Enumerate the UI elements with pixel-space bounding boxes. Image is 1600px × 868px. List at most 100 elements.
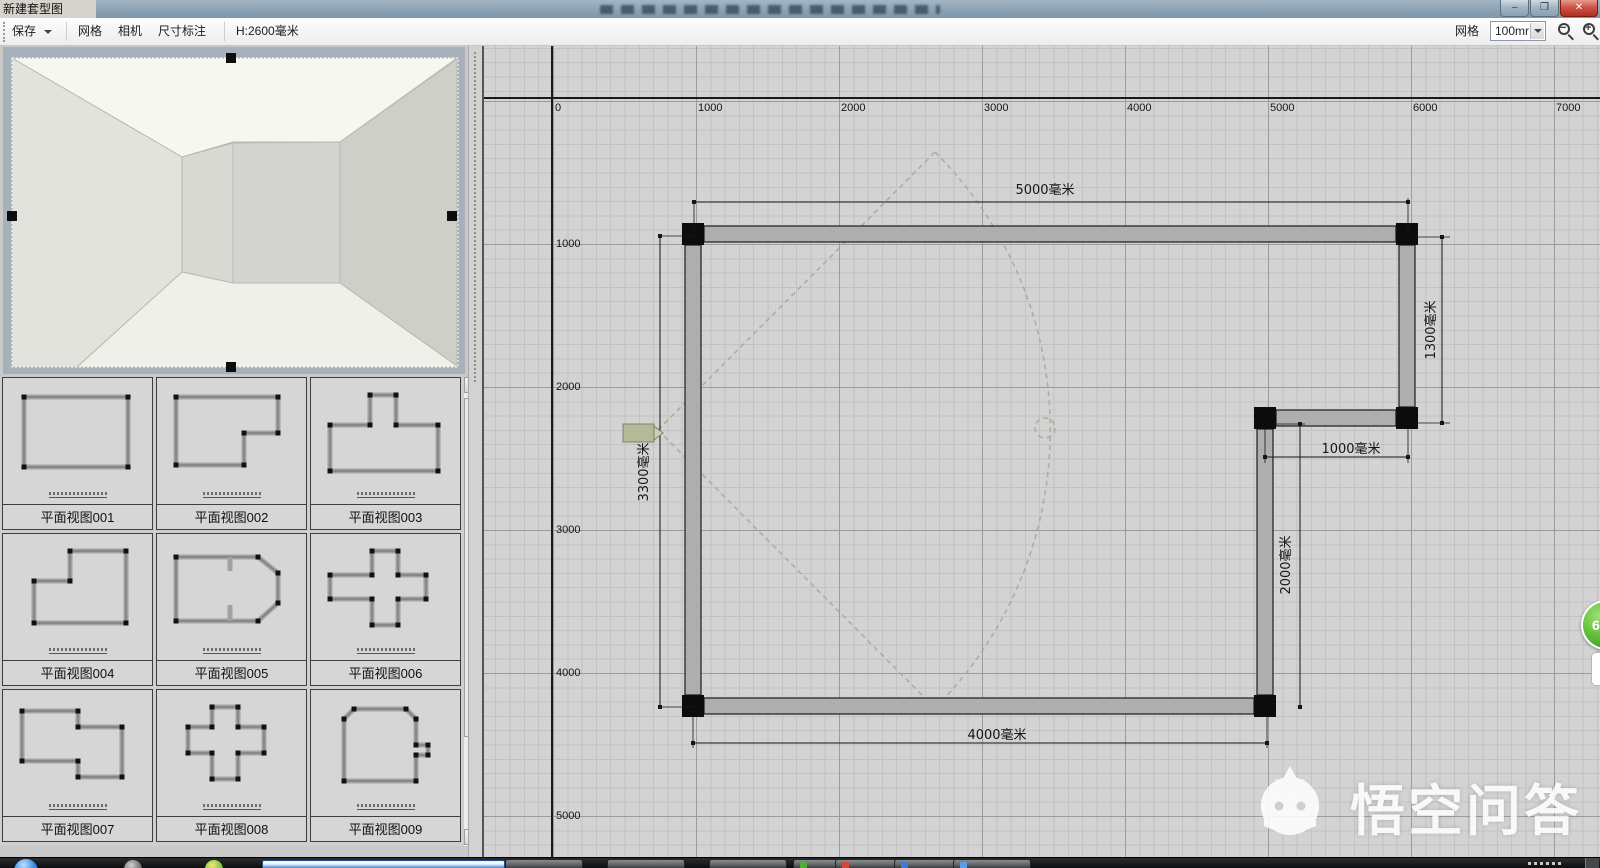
plan-thumbnail[interactable]: 平面视图001 (2, 377, 153, 530)
chevron-down-icon (44, 30, 52, 34)
grid-button[interactable]: 网格 (78, 18, 102, 45)
thumbnail-caption (203, 492, 261, 498)
window-preview-wide[interactable] (262, 860, 505, 868)
passage-wall (182, 143, 233, 283)
task-button-window-icon (960, 862, 967, 868)
bottom-wall (704, 698, 1254, 714)
selection-handle (7, 211, 17, 221)
left-wall (685, 245, 701, 695)
plan-thumbnail[interactable]: 平面视图002 (156, 377, 307, 530)
plan-thumbnail[interactable]: 平面视图006 (310, 533, 461, 686)
thumbnail-caption (203, 804, 261, 810)
save-button[interactable]: 保存 (12, 18, 52, 45)
drawing-canvas[interactable]: 0100020003000400050006000700010002000300… (482, 46, 1600, 857)
save-label: 保存 (12, 24, 36, 38)
column (1254, 407, 1276, 429)
maximize-button[interactable]: ❐ (1530, 0, 1559, 17)
right-upper-wall (1399, 245, 1415, 407)
column (1254, 695, 1276, 717)
taskbar[interactable] (0, 857, 1600, 868)
task-button-2[interactable] (607, 859, 685, 868)
close-button[interactable]: ✕ (1560, 0, 1598, 17)
combobox-dropdown-icon[interactable] (1530, 23, 1544, 39)
thumbnail-caption (357, 492, 415, 498)
toolbar-separator (66, 22, 67, 41)
dimension: 1000毫米 (1263, 429, 1410, 463)
right-lower-wall (1257, 429, 1273, 695)
selection-handle (226, 362, 236, 372)
plan-thumbnail[interactable]: 平面视图007 (2, 689, 153, 842)
grid-size-combobox[interactable]: 100mr (1490, 21, 1546, 41)
task-button-3[interactable] (709, 859, 787, 868)
dimension-button[interactable]: 尺寸标注 (158, 18, 206, 45)
column (1396, 407, 1418, 429)
camera-marker (623, 424, 663, 442)
task-button-window[interactable] (953, 859, 1031, 868)
left-panel: 平面视图001平面视图002平面视图003平面视图004平面视图005平面视图0… (0, 46, 482, 857)
thumbnail-caption (203, 648, 261, 654)
task-button-1[interactable] (505, 859, 583, 868)
start-orb[interactable] (14, 859, 38, 868)
dimension-label: 1000毫米 (1321, 441, 1380, 457)
top-wall (704, 226, 1396, 242)
plan-thumbnail[interactable]: 平面视图003 (310, 377, 461, 530)
column (682, 695, 704, 717)
center-wall (233, 142, 340, 283)
task-button-blue-icon (901, 862, 908, 868)
thumbnail-caption (49, 648, 107, 654)
plan-thumbnail-list: 平面视图001平面视图002平面视图003平面视图004平面视图005平面视图0… (0, 377, 464, 846)
toolbar-grip-icon (3, 22, 7, 42)
tray-app-sphere[interactable] (124, 860, 142, 868)
task-button-green-icon (800, 862, 807, 868)
thumbnail-label: 平面视图001 (3, 504, 152, 529)
dimension-label: 3300毫米 (636, 442, 652, 501)
grid-size-label: 网格 (1455, 18, 1479, 45)
wukong-logo-icon (1242, 758, 1342, 838)
selection-handle (226, 53, 236, 63)
thumbnail-label: 平面视图005 (157, 660, 306, 685)
3d-room-preview (3, 47, 465, 374)
zoom-in-icon[interactable]: + (1583, 23, 1595, 35)
zoom-out-icon[interactable]: − (1558, 23, 1570, 35)
task-button-red-icon (842, 862, 849, 868)
show-desktop[interactable] (1585, 858, 1599, 868)
camera-button[interactable]: 相机 (118, 18, 142, 45)
dimension-label: 5000毫米 (1015, 182, 1074, 198)
wall-height-value[interactable]: H:2600毫米 (236, 18, 299, 45)
minimize-button[interactable]: – (1500, 0, 1529, 17)
column (1396, 223, 1418, 245)
thumbnail-caption (357, 804, 415, 810)
plan-thumbnail[interactable]: 平面视图005 (156, 533, 307, 686)
dimension: 1300毫米 (1416, 235, 1450, 425)
selection-handle (447, 211, 457, 221)
column (682, 223, 704, 245)
thumbnail-label: 平面视图004 (3, 660, 152, 685)
dimension-label: 4000毫米 (967, 727, 1026, 743)
toolbar: 保存 网格 相机 尺寸标注 H:2600毫米 网格 100mr − + (0, 18, 1600, 46)
app-green-sphere[interactable] (205, 860, 223, 868)
toolbar-separator (224, 22, 225, 41)
title-bar: 新建套型图 – ❐ ✕ (0, 0, 1600, 18)
grid-size-value: 100mr (1495, 24, 1529, 38)
watermark: 悟空问答 (1242, 758, 1600, 838)
thumbnail-caption (357, 648, 415, 654)
floor-plan-drawing[interactable]: 5000毫米 1300毫米 1000毫米 2000毫米 3300毫米 4000毫米 (484, 46, 1600, 857)
window-title: 新建套型图 (0, 0, 96, 18)
panel-splitter[interactable] (468, 46, 482, 857)
plan-thumbnail[interactable]: 平面视图004 (2, 533, 153, 686)
background-window-text (600, 5, 940, 14)
thumbnail-label: 平面视图002 (157, 504, 306, 529)
dimension: 4000毫米 (691, 714, 1269, 748)
dimension-label: 2000毫米 (1278, 535, 1294, 594)
thumbnail-label: 平面视图007 (3, 816, 152, 841)
thumbnail-caption (49, 804, 107, 810)
dimension: 2000毫米 (1274, 422, 1305, 709)
thumbnail-label: 平面视图009 (311, 816, 460, 841)
3d-preview-viewport[interactable] (3, 47, 465, 374)
fov-handle (1035, 418, 1055, 438)
thumbnail-label: 平面视图008 (157, 816, 306, 841)
plan-thumbnail[interactable]: 平面视图008 (156, 689, 307, 842)
assistant-badge-tab[interactable] (1591, 652, 1600, 686)
plan-thumbnail[interactable]: 平面视图009 (310, 689, 461, 842)
watermark-text: 悟空问答 (1350, 766, 1582, 846)
